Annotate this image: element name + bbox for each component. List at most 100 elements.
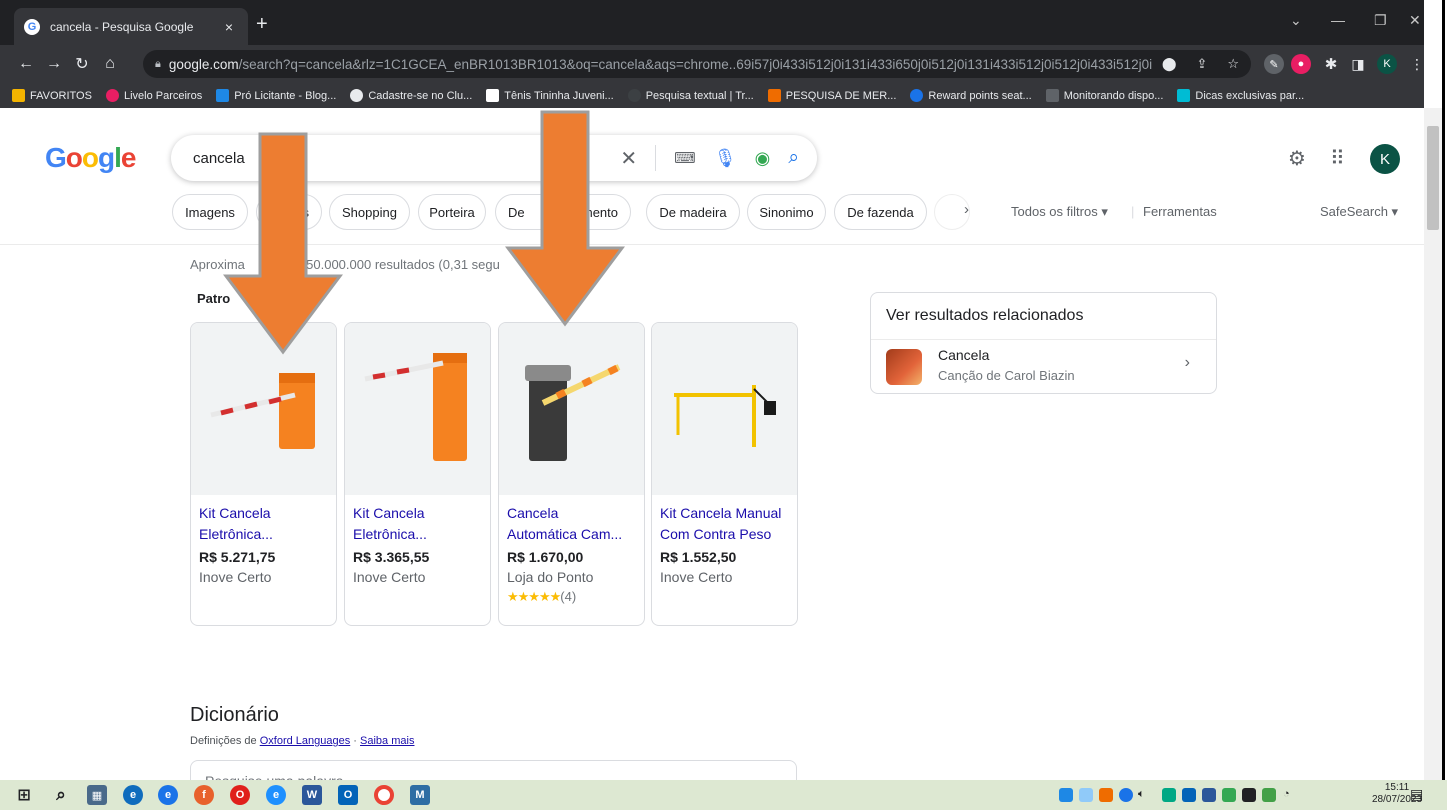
google-logo[interactable]: Google (45, 142, 136, 174)
search-icon[interactable]: ⌕ (788, 147, 799, 169)
back-icon[interactable]: ← (12, 55, 40, 73)
tray-word-icon[interactable] (1202, 788, 1216, 802)
address-bar[interactable]: 🔒︎ google.com/search?q=cancela&rlz=1C1GC… (143, 50, 1251, 78)
close-window-icon[interactable]: ✕ (1409, 12, 1421, 29)
livelo-extension-icon[interactable]: ● (1291, 54, 1311, 74)
scrollbar-thumb[interactable] (1427, 126, 1439, 230)
bookmark-item[interactable]: Pesquisa textual | Tr... (627, 89, 754, 102)
tray-shield-icon[interactable] (1222, 788, 1236, 802)
minimize-icon[interactable]: — (1331, 12, 1345, 28)
bookmark-item[interactable]: Livelo Parceiros (105, 89, 202, 102)
product-name[interactable]: Cancela Automática Cam... (499, 495, 644, 545)
dictionary-search-input[interactable]: Pesquise uma palavra (190, 760, 797, 780)
calculator-icon[interactable]: ▦ (87, 785, 107, 805)
volume-icon[interactable]: 🔈︎ (1138, 788, 1145, 801)
extension-icon[interactable]: ✎ (1264, 54, 1284, 74)
profile-avatar[interactable]: K (1377, 54, 1397, 74)
tray-survey-icon[interactable] (1099, 788, 1113, 802)
chip-sinonimo[interactable]: Sinonimo (747, 194, 826, 230)
bookmark-item[interactable]: Reward points seat... (910, 89, 1032, 102)
edge-icon[interactable]: e (158, 785, 178, 805)
chrome-menu-icon[interactable]: ⋮ (1407, 54, 1427, 74)
chip-de-fazenda[interactable]: De fazenda (834, 194, 927, 230)
new-tab-button[interactable]: + (256, 14, 268, 34)
bookmark-item[interactable]: Dicas exclusivas par... (1177, 89, 1304, 102)
tray-display-icon[interactable] (1262, 788, 1276, 802)
chips-next-icon[interactable]: › (964, 201, 969, 218)
product-name[interactable]: Kit Cancela Eletrônica... (191, 495, 336, 545)
keyboard-icon[interactable]: ⌨ (674, 149, 696, 167)
safesearch-button[interactable]: SafeSearch ▾ (1320, 204, 1398, 220)
tab-close-icon[interactable]: × (220, 19, 238, 35)
browser-tab[interactable]: G cancela - Pesquisa Google × (14, 8, 248, 45)
lens-icon[interactable]: ◉ (755, 148, 771, 169)
internet-explorer-icon[interactable]: e (266, 785, 286, 805)
bookmark-item[interactable]: Cadastre-se no Clu... (350, 89, 472, 102)
outlook-icon[interactable]: O (338, 785, 358, 805)
bookmark-item[interactable]: Tênis Tininha Juveni... (486, 89, 614, 102)
battery-icon[interactable] (1242, 788, 1256, 802)
bookmark-item[interactable]: Pró Licitante - Blog... (216, 89, 336, 102)
bookmark-item[interactable]: Monitorando dispo... (1045, 89, 1163, 102)
page-scrollbar[interactable] (1424, 108, 1442, 780)
related-item-title[interactable]: Cancela (938, 347, 989, 363)
browser-tab-strip: G cancela - Pesquisa Google × + ⌄ — ❐ ✕ (0, 0, 1424, 45)
chip-porteira[interactable]: Porteira (418, 194, 486, 230)
windows-taskbar: ⊞ ⌕ ▦ e e f O e W O M 🔈︎ ◔ ▤ (0, 780, 1447, 810)
firefox-icon[interactable]: f (194, 785, 214, 805)
word-icon[interactable]: W (302, 785, 322, 805)
learn-more-link[interactable]: Saiba mais (360, 735, 414, 747)
tips-icon (1177, 89, 1191, 102)
side-panel-icon[interactable]: ◨ (1348, 54, 1368, 74)
oxford-link[interactable]: Oxford Languages (260, 735, 351, 747)
taskbar-clock[interactable]: 15:11 28/07/2023 (1372, 782, 1422, 806)
microphone-icon[interactable]: 🎙︎ (714, 148, 737, 169)
product-card[interactable]: Kit Cancela Eletrônica... R$ 5.271,75 Ino… (190, 322, 337, 626)
main-app-icon[interactable]: M (410, 785, 430, 805)
product-image (345, 323, 490, 495)
chrome-taskbar-icon[interactable] (374, 785, 394, 805)
product-image (652, 323, 797, 495)
tray-app-icon[interactable] (1059, 788, 1073, 802)
tab-search-chevron-icon[interactable]: ⌄ (1290, 12, 1302, 29)
settings-gear-icon[interactable]: ⚙ (1288, 146, 1306, 171)
song-thumbnail[interactable] (886, 349, 922, 385)
product-card[interactable]: Kit Cancela Manual Com Contra Peso R$ 1.5… (651, 322, 798, 626)
bookmarks-bar: FAVORITOS Livelo Parceiros Pró Licitante… (0, 83, 1424, 108)
related-results-panel: Ver resultados relacionados Cancela Canç… (870, 292, 1217, 394)
product-price: R$ 1.552,50 (660, 549, 737, 565)
wifi-icon[interactable]: ◔ (1283, 788, 1290, 800)
search-page-icon (627, 89, 641, 102)
account-avatar[interactable]: K (1370, 144, 1400, 174)
filters-divider: | (1131, 204, 1135, 219)
product-card[interactable]: Cancela Automática Cam... R$ 1.670,00 Loj… (498, 322, 645, 626)
restore-icon[interactable]: ❐ (1374, 12, 1387, 29)
bookmark-star-icon[interactable]: ☆ (1227, 56, 1239, 72)
apps-grid-icon[interactable]: ⠿ (1330, 146, 1345, 171)
tray-mail-icon[interactable] (1079, 788, 1093, 802)
product-name[interactable]: Kit Cancela Manual Com Contra Peso (652, 495, 797, 545)
tray-edge-icon[interactable] (1119, 788, 1133, 802)
opera-icon[interactable]: O (230, 785, 250, 805)
chip-de-madeira[interactable]: De madeira (646, 194, 740, 230)
product-card[interactable]: Kit Cancela Eletrônica... R$ 3.365,55 Ino… (344, 322, 491, 626)
windows-start-icon[interactable]: ⊞ (14, 785, 34, 805)
product-name[interactable]: Kit Cancela Eletrônica... (345, 495, 490, 545)
tools-button[interactable]: Ferramentas (1143, 204, 1217, 219)
tray-outlook-icon[interactable] (1182, 788, 1196, 802)
bookmark-item[interactable]: FAVORITOS (12, 89, 92, 102)
share-icon[interactable]: ⇪ (1196, 56, 1207, 72)
tray-k-icon[interactable] (1162, 788, 1176, 802)
reload-icon[interactable]: ↻ (68, 54, 96, 74)
puzzle-extensions-icon[interactable]: ✱ (1321, 54, 1341, 74)
search-taskbar-icon[interactable]: ⌕ (51, 785, 71, 805)
bookmark-item[interactable]: PESQUISA DE MER... (767, 89, 896, 102)
location-icon[interactable]: ⬤ (1162, 56, 1177, 72)
product-price: R$ 3.365,55 (353, 549, 430, 565)
home-icon[interactable]: ⌂ (96, 55, 124, 73)
edge-legacy-icon[interactable]: e (123, 785, 143, 805)
chevron-right-icon[interactable]: › (1185, 354, 1190, 372)
forward-icon[interactable]: → (40, 55, 68, 73)
annotation-arrow-right (505, 110, 625, 327)
all-filters-button[interactable]: Todos os filtros ▾ (1011, 204, 1108, 220)
